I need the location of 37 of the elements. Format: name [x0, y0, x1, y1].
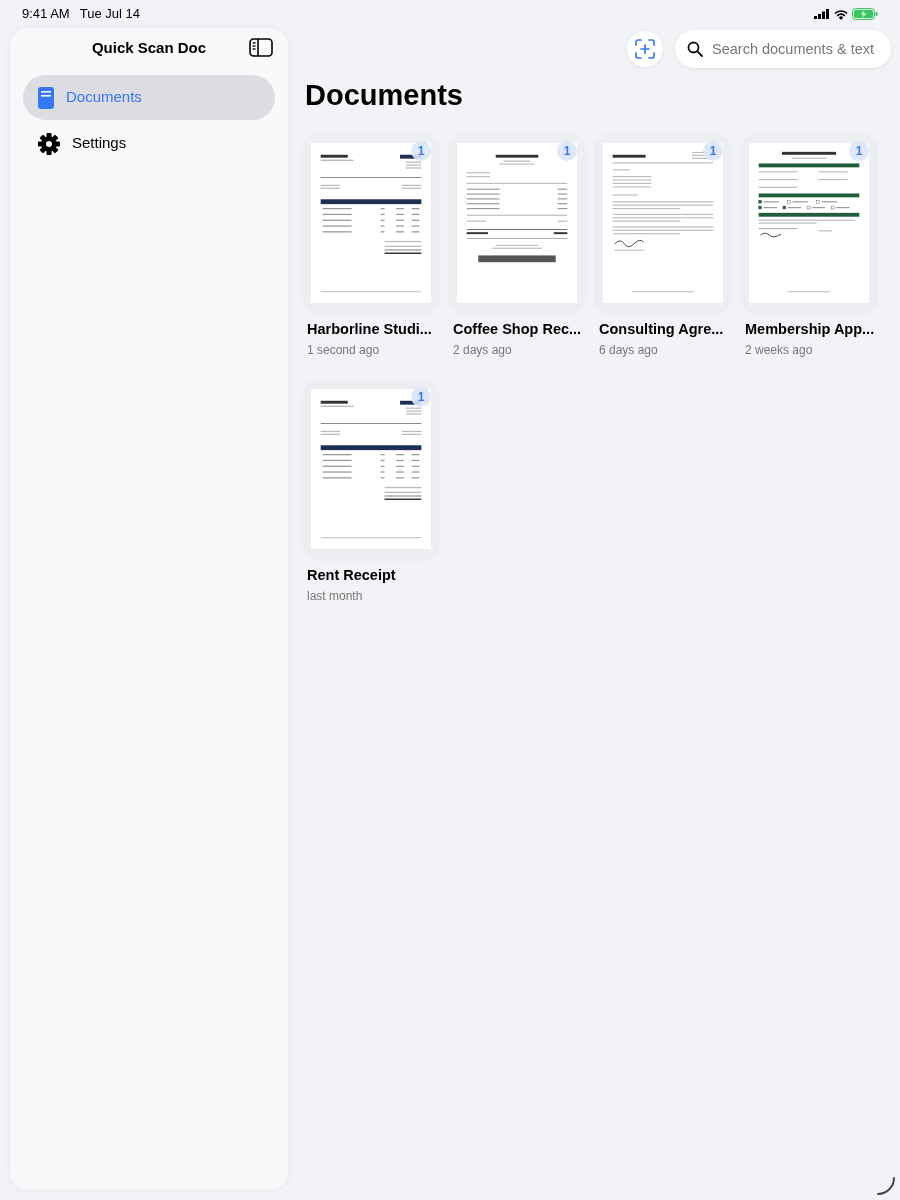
document-name: Harborline Studi... [307, 320, 432, 339]
sidebar-item[interactable]: Documents [23, 75, 275, 120]
sidebar-title: Quick Scan Doc [91, 37, 207, 58]
page-count-badge: 1 [849, 141, 869, 161]
modified-time: 1 second ago [307, 341, 380, 359]
document-name: Membership App... [745, 320, 875, 339]
page-count-badge: 1 [703, 141, 723, 161]
page-count-badge: 1 [557, 141, 577, 161]
modified-time: last month [307, 587, 363, 605]
scan-button[interactable] [627, 31, 663, 67]
document-name: Consulting Agre... [599, 320, 724, 339]
page-count-badge: 1 [411, 141, 431, 161]
modified-time: 2 days ago [453, 341, 512, 359]
document-card[interactable]: 1 [743, 135, 875, 311]
modified-time: 6 days ago [599, 341, 658, 359]
gear-icon [38, 132, 60, 155]
scan-icon [635, 39, 655, 59]
sidebar-item[interactable]: Settings [23, 121, 275, 166]
document-name: Rent Receipt [307, 565, 396, 585]
document-card[interactable]: 1 [597, 135, 729, 311]
page-count-badge: 1 [411, 386, 431, 407]
modified-time: 2 weeks ago [745, 341, 813, 359]
document-icon [38, 86, 54, 109]
document-card[interactable]: 1 [451, 135, 583, 311]
document-name: Coffee Shop Rec... [453, 320, 582, 339]
status-date: Tue Jul 14 [79, 5, 140, 24]
document-card[interactable]: 1 [305, 380, 437, 557]
resize-handle-icon[interactable] [876, 1176, 896, 1196]
signal-icon [814, 9, 830, 19]
document-card[interactable]: 1 [305, 135, 437, 311]
search-field[interactable]: Search documents & text [675, 30, 891, 68]
status-time: 9:41 AM [22, 5, 70, 24]
search-icon [687, 41, 703, 57]
page-title: Documents [305, 78, 463, 113]
battery-icon [852, 8, 878, 20]
wifi-icon [834, 8, 848, 20]
sidebar-toggle-icon[interactable] [249, 38, 273, 57]
